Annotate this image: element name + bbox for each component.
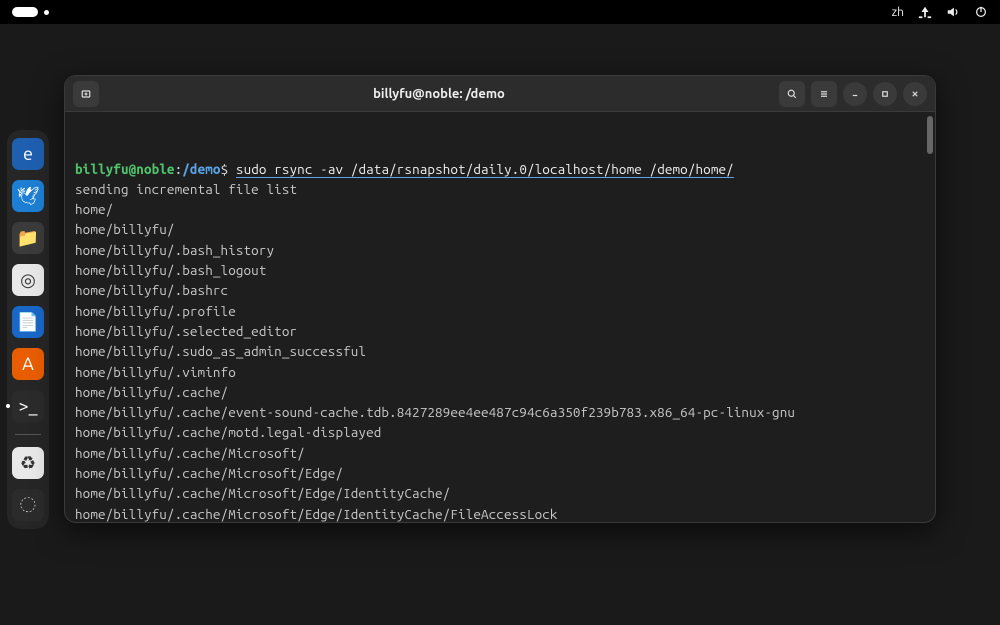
activities-dot bbox=[44, 10, 49, 15]
top-bar-right: zh bbox=[892, 5, 988, 19]
terminal-window: billyfu@noble: /demo billyfu@noble:/demo… bbox=[64, 75, 936, 523]
output-line: home/billyfu/.cache/ bbox=[75, 382, 925, 402]
prompt-user: billyfu@noble bbox=[75, 161, 175, 177]
output-line: home/billyfu/ bbox=[75, 219, 925, 239]
output-line: home/billyfu/.cache/Microsoft/Edge/ bbox=[75, 463, 925, 483]
dock-icon-software[interactable]: A bbox=[12, 348, 44, 380]
input-language-indicator[interactable]: zh bbox=[892, 6, 904, 19]
output-line: home/ bbox=[75, 199, 925, 219]
output-line: home/billyfu/.cache/event-sound-cache.td… bbox=[75, 402, 925, 422]
output-line: home/billyfu/.bash_history bbox=[75, 240, 925, 260]
maximize-button[interactable] bbox=[873, 82, 897, 106]
dock-icon-libreoffice[interactable]: 📄 bbox=[12, 306, 44, 338]
dock-icon-terminal[interactable]: >_ bbox=[12, 390, 44, 422]
dock-icon-files[interactable]: 📁 bbox=[12, 222, 44, 254]
output-line: home/billyfu/.bash_logout bbox=[75, 260, 925, 280]
output-line: home/billyfu/.cache/motd.legal-displayed bbox=[75, 422, 925, 442]
window-titlebar[interactable]: billyfu@noble: /demo bbox=[65, 76, 935, 112]
window-title: billyfu@noble: /demo bbox=[373, 87, 505, 101]
output-line: home/billyfu/.viminfo bbox=[75, 362, 925, 382]
top-bar: zh bbox=[0, 0, 1000, 24]
search-button[interactable] bbox=[779, 81, 805, 107]
prompt-dollar: $ bbox=[221, 161, 236, 177]
close-button[interactable] bbox=[903, 82, 927, 106]
dock: e 🕊 📁 ◎ 📄 A >_ ♻ ◌ bbox=[7, 130, 49, 529]
new-tab-button[interactable] bbox=[73, 81, 99, 107]
prompt-line: billyfu@noble:/demo$ sudo rsync -av /dat… bbox=[75, 159, 925, 179]
prompt-path: /demo bbox=[182, 161, 220, 177]
output-line: home/billyfu/.sudo_as_admin_successful bbox=[75, 341, 925, 361]
dock-icon-trash[interactable]: ♻ bbox=[12, 447, 44, 479]
output-line: sending incremental file list bbox=[75, 179, 925, 199]
output-line: home/billyfu/.profile bbox=[75, 301, 925, 321]
dock-icon-edge[interactable]: e bbox=[12, 138, 44, 170]
output-line: home/billyfu/.cache/Microsoft/Edge/Ident… bbox=[75, 483, 925, 503]
scrollbar-thumb[interactable] bbox=[927, 116, 933, 154]
dock-separator bbox=[15, 434, 41, 435]
output-line: home/billyfu/.cache/Microsoft/Edge/Ident… bbox=[75, 504, 925, 522]
output-line: home/billyfu/.bashrc bbox=[75, 280, 925, 300]
terminal-body[interactable]: billyfu@noble:/demo$ sudo rsync -av /dat… bbox=[65, 112, 935, 522]
output-line: home/billyfu/.cache/Microsoft/ bbox=[75, 443, 925, 463]
dock-icon-rhythmbox[interactable]: ◎ bbox=[12, 264, 44, 296]
dock-icon-thunderbird[interactable]: 🕊 bbox=[12, 180, 44, 212]
dock-icon-ubuntu[interactable]: ◌ bbox=[12, 489, 44, 521]
network-icon[interactable] bbox=[918, 5, 932, 19]
command-text: sudo rsync -av /data/rsnapshot/daily.0/l… bbox=[236, 161, 734, 178]
top-bar-left bbox=[12, 7, 49, 17]
output-line: home/billyfu/.selected_editor bbox=[75, 321, 925, 341]
volume-icon[interactable] bbox=[946, 5, 960, 19]
activities-pill[interactable] bbox=[12, 7, 38, 17]
minimize-button[interactable] bbox=[843, 82, 867, 106]
power-icon[interactable] bbox=[974, 5, 988, 19]
menu-button[interactable] bbox=[811, 81, 837, 107]
